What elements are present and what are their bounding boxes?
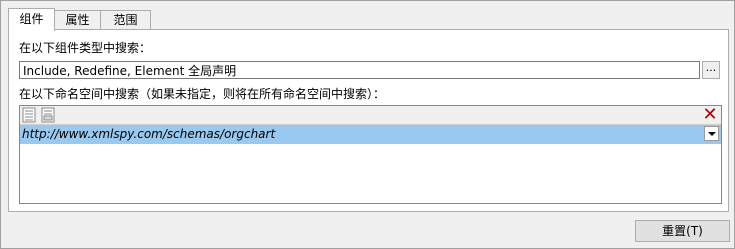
search-scope-dialog: 组件 属性 范围 在以下组件类型中搜索： Include, Redefine, … [0, 0, 735, 249]
component-types-field[interactable]: Include, Redefine, Element 全局声明 [19, 61, 700, 79]
browse-button[interactable]: ... [702, 61, 720, 79]
insert-row-icon[interactable] [22, 107, 38, 123]
tab-panel: 在以下组件类型中搜索： Include, Redefine, Element 全… [8, 29, 729, 212]
append-row-icon[interactable] [41, 107, 57, 123]
delete-icon[interactable]: ✕ [701, 106, 719, 124]
tab-scope[interactable]: 范围 [100, 10, 151, 30]
chevron-down-icon[interactable] [704, 126, 719, 141]
list-item[interactable]: http://www.xmlspy.com/schemas/orgchart [20, 125, 721, 144]
namespaces-label: 在以下命名空间中搜索（如果未指定，则将在所有命名空间中搜索）： [19, 87, 386, 101]
reset-button[interactable]: 重置(T) [635, 220, 730, 242]
tab-components[interactable]: 组件 [8, 8, 55, 31]
namespace-toolbar: ✕ [20, 106, 721, 125]
component-types-label: 在以下组件类型中搜索： [19, 41, 152, 55]
tab-attributes[interactable]: 属性 [54, 10, 101, 30]
namespace-list: ✕ http://www.xmlspy.com/schemas/orgchart [19, 105, 722, 204]
namespace-value: http://www.xmlspy.com/schemas/orgchart [22, 127, 276, 141]
